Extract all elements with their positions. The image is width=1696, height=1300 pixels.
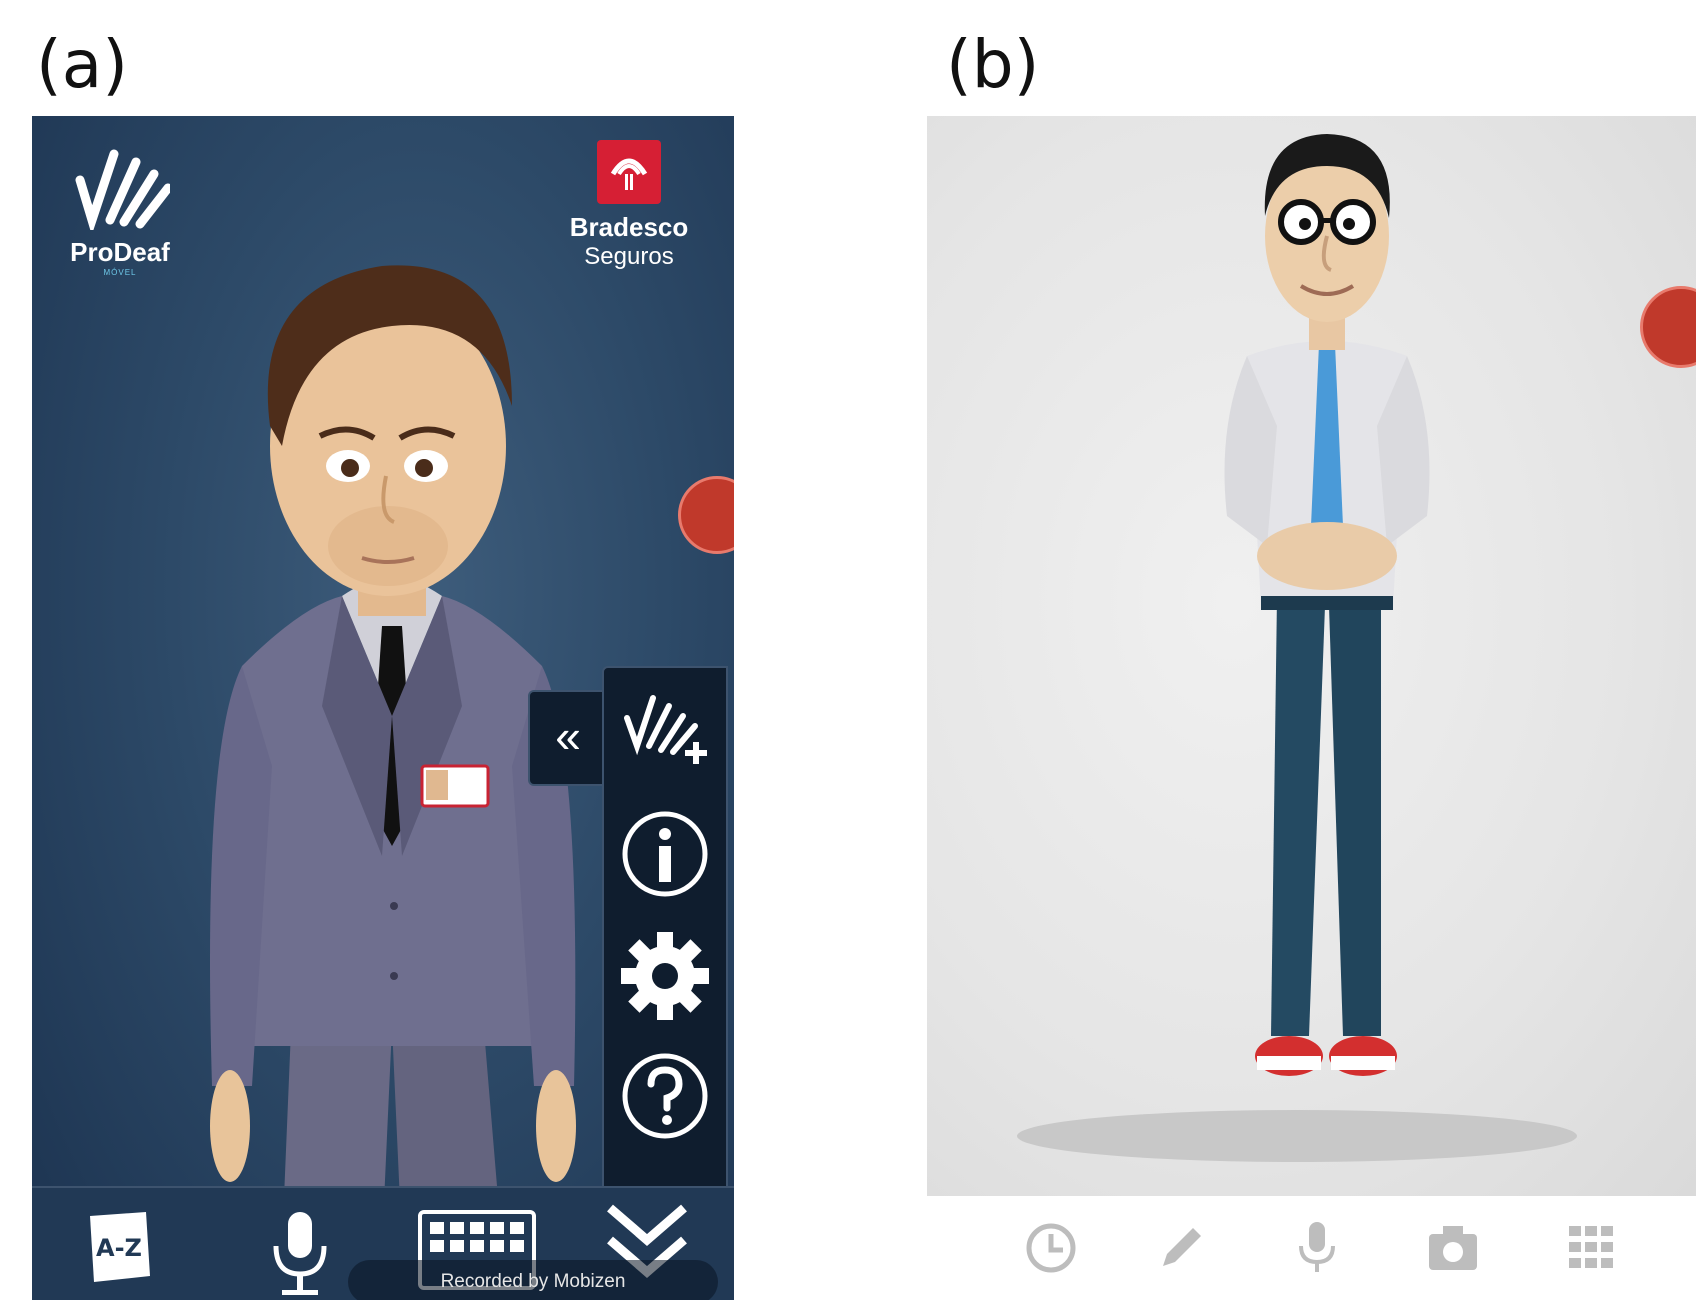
- microphone-icon: [273, 1212, 327, 1295]
- history-button[interactable]: [1023, 1220, 1079, 1281]
- prodeaf-plus-button[interactable]: [604, 688, 726, 785]
- collapse-menu-button[interactable]: «: [528, 690, 606, 786]
- help-icon: [622, 1053, 708, 1139]
- microphone-button[interactable]: [264, 1210, 336, 1300]
- settings-button[interactable]: [604, 928, 726, 1029]
- panel-b-label: (b): [946, 26, 1040, 103]
- sign-avatar-app-screen: [927, 116, 1696, 1300]
- bradesco-logo-text: Bradesco: [569, 212, 689, 242]
- bottom-toolbar: A-Z Recorded by Mobizen: [32, 1186, 734, 1300]
- grid-icon: [1569, 1226, 1613, 1268]
- prodeaf-logo-text: ProDeaf: [70, 237, 170, 267]
- avatar-glasses-character: [1224, 134, 1430, 1076]
- bradesco-tree-icon: [597, 140, 661, 204]
- grid-button[interactable]: [1563, 1220, 1619, 1281]
- bottom-toolbar: [927, 1196, 1696, 1300]
- prodeaf-logo-icon: [75, 149, 173, 235]
- info-icon: [622, 811, 708, 897]
- recording-badge-icon[interactable]: [1640, 286, 1696, 368]
- history-icon: [1026, 1223, 1076, 1273]
- panel-a-label: (a): [36, 26, 128, 103]
- pencil-icon: [1163, 1228, 1201, 1266]
- prodeaf-logo-subtext: MÓVEL: [103, 268, 137, 277]
- prodeaf-plus-icon: [624, 695, 707, 764]
- prodeaf-app-screen: ProDeaf MÓVEL Bradesco Seguros « A-Z Rec…: [32, 116, 734, 1300]
- info-button[interactable]: [604, 808, 726, 905]
- microphone-icon: [1299, 1222, 1335, 1272]
- recording-badge-icon[interactable]: [678, 476, 734, 554]
- recording-watermark: Recorded by Mobizen: [348, 1260, 718, 1300]
- dictionary-button[interactable]: A-Z: [84, 1210, 156, 1295]
- pencil-button[interactable]: [1153, 1220, 1209, 1281]
- camera-icon: [1429, 1226, 1477, 1270]
- dictionary-icon: A-Z: [90, 1212, 150, 1282]
- microphone-button[interactable]: [1289, 1220, 1345, 1281]
- prodeaf-logo: ProDeaf MÓVEL: [60, 140, 180, 277]
- side-menu: [602, 666, 728, 1190]
- gear-icon: [621, 932, 709, 1020]
- camera-button[interactable]: [1425, 1220, 1481, 1281]
- help-button[interactable]: [604, 1050, 726, 1147]
- az-text: A-Z: [96, 1234, 142, 1262]
- avatar-stage: [927, 116, 1696, 1196]
